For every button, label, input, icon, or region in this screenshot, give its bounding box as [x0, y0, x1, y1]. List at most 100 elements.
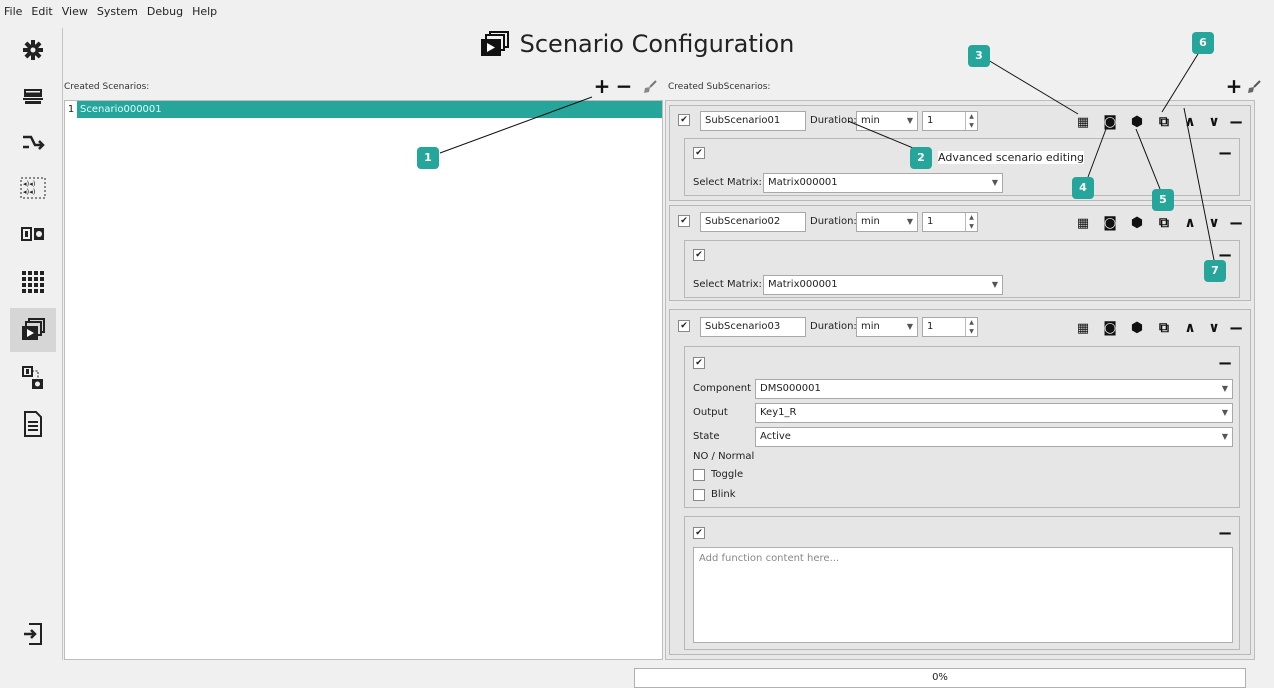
- move-up-button[interactable]: ∧: [1182, 320, 1198, 336]
- subscenario-name-field[interactable]: SubScenario03: [700, 317, 806, 337]
- plus-icon: +: [593, 74, 611, 98]
- matrix-enable-checkbox[interactable]: ✔: [693, 147, 705, 159]
- move-down-button[interactable]: ∨: [1206, 215, 1222, 231]
- subscenario-enable-checkbox[interactable]: ✔: [678, 320, 690, 332]
- matrix-select[interactable]: Matrix000001 ▼: [763, 173, 1003, 193]
- matrix-block: ✔ − Select Matrix: Matrix000001 ▼: [684, 138, 1240, 196]
- io-edit-button[interactable]: ◙: [1102, 320, 1118, 336]
- list-item[interactable]: 1 Scenario000001: [65, 101, 662, 118]
- sidebar-item-io[interactable]: [10, 212, 56, 256]
- spinner-arrows-icon: ▲ ▼: [965, 213, 977, 231]
- io-enable-checkbox[interactable]: ✔: [693, 357, 705, 369]
- duration-label: Duration:: [810, 321, 857, 332]
- spinner-arrows-icon: ▲ ▼: [965, 318, 977, 336]
- menu-edit[interactable]: Edit: [31, 5, 52, 18]
- chevron-down-icon: ▼: [906, 217, 913, 226]
- copy-icon: ⧉: [1159, 215, 1169, 231]
- remove-block-button[interactable]: −: [1217, 143, 1233, 164]
- grid-icon: ▦: [1076, 320, 1090, 336]
- component-select[interactable]: DMS000001 ▼: [755, 379, 1233, 399]
- callout-badge-7: 7: [1204, 260, 1226, 282]
- move-down-button[interactable]: ∨: [1206, 320, 1222, 336]
- grid-icon: ▦: [1076, 114, 1090, 130]
- blink-checkbox[interactable]: [693, 489, 705, 501]
- callout-badge-3: 3: [968, 45, 990, 67]
- add-scenario-button[interactable]: +: [594, 74, 611, 98]
- duration-unit-select[interactable]: min ▼: [856, 212, 918, 232]
- function-content-textarea[interactable]: Add function content here...: [693, 547, 1233, 643]
- remove-block-button[interactable]: −: [1217, 523, 1233, 544]
- duplicate-button[interactable]: ⧉: [1156, 114, 1172, 130]
- subscenario-name-field[interactable]: SubScenario02: [700, 212, 806, 232]
- sidebar-item-scenarios[interactable]: [10, 308, 56, 352]
- sidebar-item-audio[interactable]: ◂)◂) ◂)◂): [10, 166, 56, 210]
- subscenario-enable-checkbox[interactable]: ✔: [678, 215, 690, 227]
- duration-value-spinner[interactable]: 1 ▲ ▼: [922, 111, 978, 131]
- menu-help[interactable]: Help: [192, 5, 217, 18]
- io-edit-button[interactable]: ◙: [1102, 215, 1118, 231]
- menu-view[interactable]: View: [62, 5, 88, 18]
- sidebar-item-hardware[interactable]: [10, 74, 56, 118]
- matrix-select[interactable]: Matrix000001 ▼: [763, 275, 1003, 295]
- speaker-grid-icon: ◂)◂)◂)◂): [20, 177, 46, 199]
- sidebar-item-mapping[interactable]: [10, 356, 56, 400]
- mode-label: NO / Normal: [693, 451, 755, 462]
- svg-text:◂)◂): ◂)◂): [23, 188, 36, 196]
- component-edit-button[interactable]: ⬢: [1129, 114, 1145, 130]
- progress-text: 0%: [932, 672, 948, 683]
- component-edit-button[interactable]: ⬢: [1129, 215, 1145, 231]
- remove-subscenario-button[interactable]: −: [1228, 112, 1244, 133]
- component-edit-button[interactable]: ⬢: [1129, 320, 1145, 336]
- function-enable-checkbox[interactable]: ✔: [693, 527, 705, 539]
- matrix-grid-icon: [22, 271, 44, 293]
- sidebar-item-exit[interactable]: [10, 612, 56, 656]
- list-item-name: Scenario000001: [77, 101, 662, 118]
- matrix-edit-button[interactable]: ▦: [1075, 114, 1091, 130]
- remove-subscenario-button[interactable]: −: [1228, 318, 1244, 339]
- duplicate-button[interactable]: ⧉: [1156, 320, 1172, 336]
- move-up-button[interactable]: ∧: [1182, 114, 1198, 130]
- clear-scenarios-button[interactable]: [642, 79, 658, 95]
- sidebar-item-routing[interactable]: [10, 120, 56, 164]
- page-title-row: Scenario Configuration: [0, 30, 1274, 58]
- duplicate-button[interactable]: ⧉: [1156, 215, 1172, 231]
- move-down-button[interactable]: ∨: [1206, 114, 1222, 130]
- menu-bar: File Edit View System Debug Help: [0, 0, 1274, 22]
- state-select[interactable]: Active ▼: [755, 427, 1233, 447]
- clear-subscenarios-button[interactable]: [1246, 79, 1262, 95]
- duration-unit-select[interactable]: min ▼: [856, 317, 918, 337]
- svg-text:◂)◂): ◂)◂): [23, 180, 36, 188]
- cube-icon: ⬢: [1130, 215, 1144, 231]
- duration-value-spinner[interactable]: 1 ▲ ▼: [922, 212, 978, 232]
- duration-unit-select[interactable]: min ▼: [856, 111, 918, 131]
- subscenario-card-3: ✔ SubScenario03 Duration: min ▼ 1 ▲ ▼ ▦ ◙ ⬢…: [669, 309, 1251, 655]
- toggle-checkbox[interactable]: [693, 469, 705, 481]
- remove-subscenario-button[interactable]: −: [1228, 213, 1244, 234]
- subscenario-name-field[interactable]: SubScenario01: [700, 111, 806, 131]
- add-subscenario-button[interactable]: +: [1226, 74, 1243, 98]
- menu-system[interactable]: System: [97, 5, 138, 18]
- subscenario-enable-checkbox[interactable]: ✔: [678, 114, 690, 126]
- menu-debug[interactable]: Debug: [147, 5, 183, 18]
- sidebar-item-matrix[interactable]: [10, 260, 56, 304]
- exit-icon: [24, 623, 42, 645]
- sidebar-item-document[interactable]: [10, 402, 56, 446]
- duration-value-spinner[interactable]: 1 ▲ ▼: [922, 317, 978, 337]
- remove-scenario-button[interactable]: −: [616, 74, 633, 98]
- subscenario-card-2: ✔ SubScenario02 Duration: min ▼ 1 ▲ ▼ ▦ ◙ ⬢…: [669, 205, 1251, 301]
- move-up-button[interactable]: ∧: [1182, 215, 1198, 231]
- matrix-edit-button[interactable]: ▦: [1075, 320, 1091, 336]
- device-icon: [23, 89, 43, 104]
- output-select[interactable]: Key1_R ▼: [755, 403, 1233, 423]
- select-matrix-label: Select Matrix:: [693, 177, 762, 188]
- function-block: ✔ − Add function content here...: [684, 516, 1240, 650]
- broom-icon: [644, 80, 657, 93]
- remove-block-button[interactable]: −: [1217, 353, 1233, 374]
- matrix-edit-button[interactable]: ▦: [1075, 215, 1091, 231]
- matrix-enable-checkbox[interactable]: ✔: [693, 249, 705, 261]
- io-edit-button[interactable]: ◙: [1102, 114, 1118, 130]
- progress-bar: 0%: [634, 668, 1246, 688]
- callout-badge-5: 5: [1152, 189, 1174, 211]
- grid-icon: ▦: [1076, 215, 1090, 231]
- menu-file[interactable]: File: [4, 5, 22, 18]
